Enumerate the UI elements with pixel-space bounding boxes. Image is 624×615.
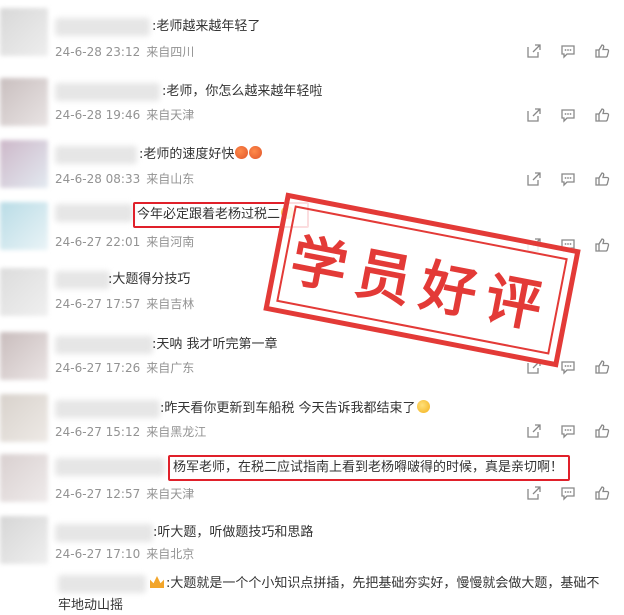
comment-meta: 24-6-27 17:10 来自北京 <box>55 546 194 562</box>
comment-icon[interactable] <box>558 170 578 188</box>
comment-meta: 24-6-27 17:57 来自吉林 <box>55 296 194 312</box>
comment-meta: 24-6-27 15:12 来自黑龙江 <box>55 424 206 440</box>
comment-time: 24-6-27 17:57 <box>55 297 141 311</box>
comment-time: 24-6-27 22:01 <box>55 235 141 249</box>
comment-icon[interactable] <box>558 358 578 376</box>
comment-icon[interactable] <box>558 42 578 60</box>
fire-emoji-icon <box>235 146 249 159</box>
username[interactable] <box>55 336 153 354</box>
avatar[interactable] <box>0 78 48 126</box>
comment-icon[interactable] <box>558 484 578 502</box>
comment-location: 来自天津 <box>146 487 195 501</box>
comment-meta: 24-6-27 22:01 来自河南 <box>55 234 194 250</box>
comment-meta: 24-6-27 12:57 来自天津 <box>55 486 194 502</box>
comment-time: 24-6-28 19:46 <box>55 108 141 122</box>
comment-actions <box>524 422 612 440</box>
share-icon[interactable] <box>524 170 544 188</box>
comment-actions <box>524 484 612 502</box>
avatar[interactable] <box>0 268 48 316</box>
like-icon[interactable] <box>592 42 612 60</box>
comment-time: 24-6-27 17:10 <box>55 547 141 561</box>
share-icon[interactable] <box>524 422 544 440</box>
like-icon[interactable] <box>592 236 612 254</box>
comment-text-continued: 牢地动山摇 <box>58 598 124 613</box>
username[interactable] <box>55 400 160 418</box>
username[interactable] <box>55 204 133 222</box>
avatar[interactable] <box>0 516 48 564</box>
stamp-text: 学员好评 <box>285 227 557 342</box>
share-icon[interactable] <box>524 484 544 502</box>
comment-location: 来自河南 <box>146 235 195 249</box>
like-icon[interactable] <box>592 358 612 376</box>
avatar[interactable] <box>0 140 48 188</box>
like-icon[interactable] <box>592 422 612 440</box>
comment-actions <box>524 106 612 124</box>
comment-location: 来自吉林 <box>146 297 195 311</box>
username[interactable] <box>55 271 110 289</box>
comment-time: 24-6-28 23:12 <box>55 45 141 59</box>
comment-text: :老师越来越年轻了 <box>152 19 261 34</box>
comment-feed: :老师越来越年轻了 24-6-28 23:12 来自四川 :老师，你怎么越来越年轻… <box>0 0 624 615</box>
comment-actions <box>524 42 612 60</box>
comment-text: :昨天看你更新到车船税 今天告诉我都结束了 <box>160 400 430 418</box>
comment-location: 来自黑龙江 <box>146 425 207 439</box>
comment-text: :大题得分技巧 <box>108 272 191 287</box>
comment-time: 24-6-27 15:12 <box>55 425 141 439</box>
crown-emoji-icon <box>150 576 164 588</box>
face-emoji-icon <box>416 400 430 413</box>
fire-emoji-icon <box>249 146 263 159</box>
like-icon[interactable] <box>592 484 612 502</box>
avatar[interactable] <box>0 454 48 502</box>
comment-location: 来自山东 <box>146 172 195 186</box>
comment-icon[interactable] <box>558 422 578 440</box>
comment-meta: 24-6-28 08:33 来自山东 <box>55 171 194 187</box>
comment-text: :天呐 我才听完第一章 <box>152 337 278 352</box>
like-icon[interactable] <box>592 170 612 188</box>
comment-meta: 24-6-28 23:12 来自四川 <box>55 44 194 60</box>
username[interactable] <box>55 458 165 476</box>
comment-text: :老师的速度好快 <box>139 146 263 164</box>
comment-location: 来自广东 <box>146 361 195 375</box>
comment-actions <box>524 170 612 188</box>
avatar[interactable] <box>0 394 48 442</box>
share-icon[interactable] <box>524 42 544 60</box>
comment-meta: 24-6-27 17:26 来自广东 <box>55 360 194 376</box>
avatar[interactable] <box>0 8 48 56</box>
comment-time: 24-6-27 12:57 <box>55 487 141 501</box>
share-icon[interactable] <box>524 106 544 124</box>
username[interactable] <box>58 575 146 593</box>
comment-meta: 24-6-28 19:46 来自天津 <box>55 107 194 123</box>
comment-text: :听大题，听做题技巧和思路 <box>153 525 314 540</box>
review-stamp: 学员好评 <box>263 192 581 368</box>
comment-location: 来自天津 <box>146 108 195 122</box>
comment-icon[interactable] <box>558 106 578 124</box>
comment-time: 24-6-27 17:26 <box>55 361 141 375</box>
username[interactable] <box>55 524 153 542</box>
username[interactable] <box>55 83 160 101</box>
comment-location: 来自四川 <box>146 45 195 59</box>
highlight-box <box>168 455 570 481</box>
comment-text: :老师，你怎么越来越年轻啦 <box>162 84 323 99</box>
username[interactable] <box>55 18 150 36</box>
username[interactable] <box>55 146 137 164</box>
comment-location: 来自北京 <box>146 547 195 561</box>
comment-text: :大题就是一个个小知识点拼插，先把基础夯实好，慢慢就会做大题，基础不 <box>150 575 599 593</box>
like-icon[interactable] <box>592 106 612 124</box>
comment-time: 24-6-28 08:33 <box>55 172 141 186</box>
avatar[interactable] <box>0 332 48 380</box>
avatar[interactable] <box>0 202 48 250</box>
